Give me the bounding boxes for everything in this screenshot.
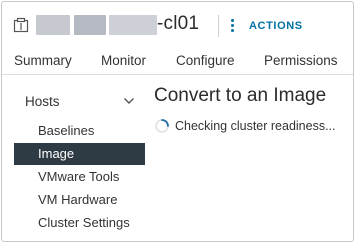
status-text: Checking cluster readiness... (175, 119, 336, 133)
sidebar-item-image[interactable]: Image (14, 143, 145, 165)
sidebar-item-cluster-settings[interactable]: Cluster Settings (14, 212, 145, 234)
tab-permissions[interactable]: Permissions (264, 53, 338, 68)
header-divider (218, 15, 219, 37)
tab-bar: Summary Monitor Configure Permissions (2, 49, 353, 75)
object-header: -cl01 ACTIONS (2, 2, 353, 44)
sidebar-item-label: Cluster Settings (38, 215, 130, 230)
sidebar-item-label: VM Hardware (38, 192, 118, 207)
redacted-name-block (36, 15, 70, 35)
tab-summary[interactable]: Summary (14, 53, 72, 68)
sidebar-item-vmware-tools[interactable]: VMware Tools (14, 166, 145, 188)
tab-configure[interactable]: Configure (176, 53, 235, 68)
sidebar-item-label: Baselines (38, 123, 95, 138)
window-frame: -cl01 ACTIONS Summary Monitor Configure … (1, 1, 354, 242)
chevron-down-icon[interactable] (123, 97, 135, 105)
sidebar: Hosts Baselines Image VMware Tools VM Ha… (2, 88, 147, 238)
kebab-menu-icon[interactable] (229, 18, 235, 34)
sidebar-item-label: VMware Tools (38, 169, 120, 184)
object-title-suffix: -cl01 (157, 13, 200, 34)
page-title: Convert to an Image (154, 85, 327, 106)
spinner-icon (155, 119, 169, 133)
actions-button[interactable]: ACTIONS (249, 20, 303, 32)
redacted-name-block (74, 15, 106, 35)
sidebar-item-baselines[interactable]: Baselines (14, 120, 145, 142)
sidebar-item-label: Image (38, 146, 75, 161)
cluster-icon (13, 17, 29, 33)
sidebar-item-vm-hardware[interactable]: VM Hardware (14, 189, 145, 211)
tab-monitor[interactable]: Monitor (101, 53, 146, 68)
sidebar-group-hosts[interactable]: Hosts (25, 94, 60, 109)
redacted-name-block (109, 15, 157, 35)
